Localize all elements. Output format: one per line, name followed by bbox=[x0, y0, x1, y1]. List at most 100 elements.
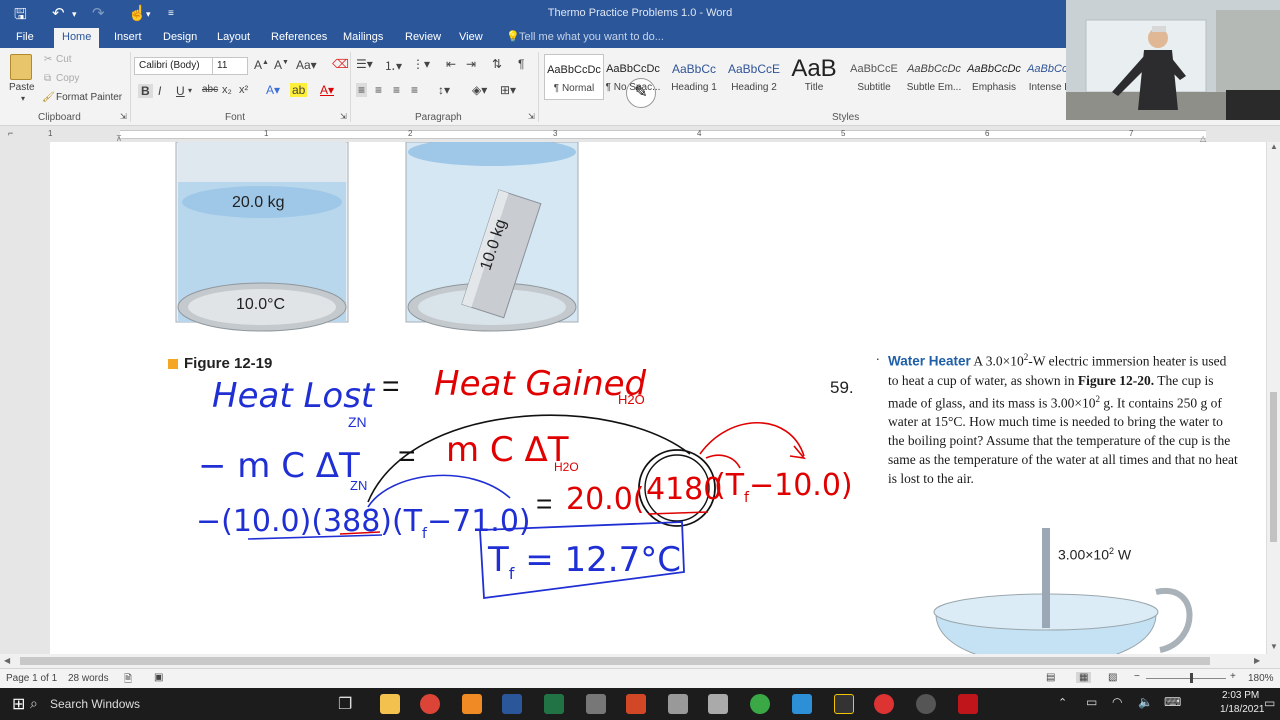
highlight-icon[interactable]: ab bbox=[290, 83, 308, 97]
notifications-icon[interactable]: ▭ bbox=[1264, 696, 1275, 710]
print-layout-icon[interactable]: ▦ bbox=[1076, 672, 1092, 683]
customize-qat-icon[interactable]: ≡ bbox=[168, 8, 174, 19]
undo-dropdown-icon[interactable]: ▾ bbox=[72, 9, 77, 20]
whiteboard-icon[interactable] bbox=[792, 694, 812, 714]
font-name-combo[interactable]: Calibri (Body) bbox=[134, 57, 214, 75]
tab-insert[interactable]: Insert bbox=[106, 30, 150, 44]
shrink-font-icon[interactable]: A▼ bbox=[274, 58, 289, 72]
tab-home[interactable]: Home bbox=[54, 28, 100, 48]
keyboard-icon[interactable]: ⌨ bbox=[1164, 695, 1181, 709]
paste-button[interactable]: Paste bbox=[9, 82, 35, 93]
document-page[interactable]: 20.0 kg 10.0°C 10.0 kg Figure 12-19 Heat… bbox=[50, 142, 1266, 654]
page-count[interactable]: Page 1 of 1 bbox=[6, 673, 57, 684]
word-icon[interactable] bbox=[502, 694, 522, 714]
search-icon[interactable]: ⌕ bbox=[30, 695, 38, 712]
chrome-icon[interactable] bbox=[420, 694, 440, 714]
shading-icon[interactable]: ◈▾ bbox=[472, 83, 487, 97]
horizontal-ruler[interactable]: ⌐ 1 1 2 3 4 5 6 7 ⊼ △ bbox=[0, 126, 1280, 143]
clock-date[interactable]: 1/18/2021 bbox=[1220, 704, 1265, 715]
tab-mailings[interactable]: Mailings bbox=[335, 30, 391, 44]
line-spacing-icon[interactable]: ↕▾ bbox=[438, 83, 450, 97]
font-launcher-icon[interactable]: ⇲ bbox=[340, 112, 347, 121]
pilcrow-icon[interactable]: ¶ bbox=[518, 57, 524, 71]
scroll-left-icon[interactable]: ◀ bbox=[4, 656, 10, 665]
borders-icon[interactable]: ⊞▾ bbox=[500, 83, 516, 97]
style-6[interactable]: AaBbCcDc Subtle Em... bbox=[904, 54, 964, 100]
scroll-right-icon[interactable]: ▶ bbox=[1254, 656, 1260, 665]
tab-file[interactable]: File bbox=[8, 30, 42, 44]
macro-icon[interactable]: ▣ bbox=[154, 672, 163, 683]
paste-dropdown-icon[interactable]: ▾ bbox=[21, 94, 25, 103]
grow-font-icon[interactable]: A▲ bbox=[254, 58, 269, 72]
vertical-scroll-thumb[interactable] bbox=[1270, 392, 1277, 542]
style-5[interactable]: AaBbCcE Subtitle bbox=[844, 54, 904, 100]
align-left-icon[interactable]: ≡ bbox=[356, 83, 368, 97]
text-effects-icon[interactable]: A▾ bbox=[266, 83, 280, 97]
style-2[interactable]: AaBbCc Heading 1 bbox=[664, 54, 724, 100]
subscript-icon[interactable]: x₂ bbox=[222, 84, 232, 96]
tab-design[interactable]: Design bbox=[155, 30, 205, 44]
numbering-icon[interactable]: ⒈▾ bbox=[384, 57, 402, 74]
font-size-combo[interactable]: 11 bbox=[212, 57, 248, 75]
file-explorer-icon[interactable] bbox=[380, 694, 400, 714]
clipboard-launcher-icon[interactable]: ⇲ bbox=[120, 112, 127, 121]
align-center-icon[interactable]: ≡ bbox=[375, 83, 382, 97]
zoom-level[interactable]: 180% bbox=[1248, 673, 1274, 684]
powerpoint-icon[interactable] bbox=[626, 694, 646, 714]
paragraph-launcher-icon[interactable]: ⇲ bbox=[528, 112, 535, 121]
ruler-track[interactable] bbox=[120, 130, 1206, 139]
bullets-icon[interactable]: ☰▾ bbox=[356, 57, 373, 71]
underline-dropdown-icon[interactable]: ▾ bbox=[188, 86, 192, 95]
touch-dropdown-icon[interactable]: ▾ bbox=[146, 9, 151, 20]
style-1[interactable]: AaBbCcDc ¶ No Spac... bbox=[603, 54, 663, 100]
clear-formatting-icon[interactable]: ⌫ bbox=[332, 57, 349, 71]
zoom-out-icon[interactable]: − bbox=[1134, 671, 1140, 682]
calculator-icon[interactable] bbox=[586, 694, 606, 714]
justify-icon[interactable]: ≡ bbox=[411, 83, 418, 97]
tab-view[interactable]: View bbox=[451, 30, 491, 44]
bold-icon[interactable]: B bbox=[138, 84, 153, 98]
superscript-icon[interactable]: x² bbox=[239, 84, 248, 96]
volume-icon[interactable]: 🔈 bbox=[1138, 695, 1153, 709]
battery-icon[interactable]: ▭ bbox=[1086, 695, 1097, 709]
save-icon[interactable]: 🖫 bbox=[14, 4, 27, 29]
record-icon[interactable] bbox=[874, 694, 894, 714]
audio-app-icon[interactable] bbox=[834, 694, 854, 714]
windows-start-icon[interactable]: ⊞ bbox=[12, 694, 25, 714]
tab-references[interactable]: References bbox=[263, 30, 335, 44]
paste-icon[interactable] bbox=[10, 54, 32, 80]
proofing-icon[interactable]: 🗎 bbox=[124, 672, 132, 689]
style-0[interactable]: AaBbCcDc ¶ Normal bbox=[544, 54, 604, 100]
task-view-icon[interactable]: ❐ bbox=[338, 694, 352, 714]
zoom-slider[interactable] bbox=[1146, 678, 1226, 679]
vertical-ruler[interactable] bbox=[0, 142, 14, 654]
underline-icon[interactable]: U bbox=[176, 84, 185, 98]
decrease-indent-icon[interactable]: ⇤ bbox=[446, 57, 456, 71]
web-layout-icon[interactable]: ▧ bbox=[1108, 672, 1117, 683]
vertical-scrollbar[interactable]: ▲ ▼ bbox=[1266, 142, 1280, 654]
cut-button[interactable]: Cut bbox=[56, 54, 72, 65]
redo-icon[interactable]: ↷ bbox=[92, 4, 105, 22]
zoom-in-icon[interactable]: + bbox=[1230, 671, 1236, 682]
excel-icon[interactable] bbox=[544, 694, 564, 714]
sort-icon[interactable]: ⇅ bbox=[492, 57, 502, 71]
zoom-slider-thumb[interactable] bbox=[1190, 673, 1193, 683]
style-4[interactable]: AaB Title bbox=[784, 54, 844, 100]
show-hidden-icons-icon[interactable]: ⌃ bbox=[1058, 696, 1067, 709]
vlc-icon[interactable] bbox=[462, 694, 482, 714]
multilevel-list-icon[interactable]: ⋮▾ bbox=[412, 57, 430, 71]
increase-indent-icon[interactable]: ⇥ bbox=[466, 57, 476, 71]
scroll-down-icon[interactable]: ▼ bbox=[1270, 642, 1278, 651]
tell-me-input[interactable]: Tell me what you want to do... bbox=[519, 31, 664, 43]
align-right-icon[interactable]: ≡ bbox=[393, 83, 400, 97]
copy-button[interactable]: Copy bbox=[56, 73, 79, 84]
clock-time[interactable]: 2:03 PM bbox=[1222, 690, 1259, 701]
search-windows-box[interactable]: Search Windows bbox=[50, 697, 140, 711]
italic-icon[interactable]: I bbox=[158, 84, 161, 98]
snipping-tool-icon[interactable] bbox=[708, 694, 728, 714]
acrobat-icon[interactable] bbox=[958, 694, 978, 714]
wifi-icon[interactable]: ◠ bbox=[1112, 695, 1122, 709]
camtasia-icon[interactable] bbox=[750, 694, 770, 714]
scroll-up-icon[interactable]: ▲ bbox=[1270, 142, 1278, 151]
undo-icon[interactable]: ↶ bbox=[52, 4, 65, 22]
